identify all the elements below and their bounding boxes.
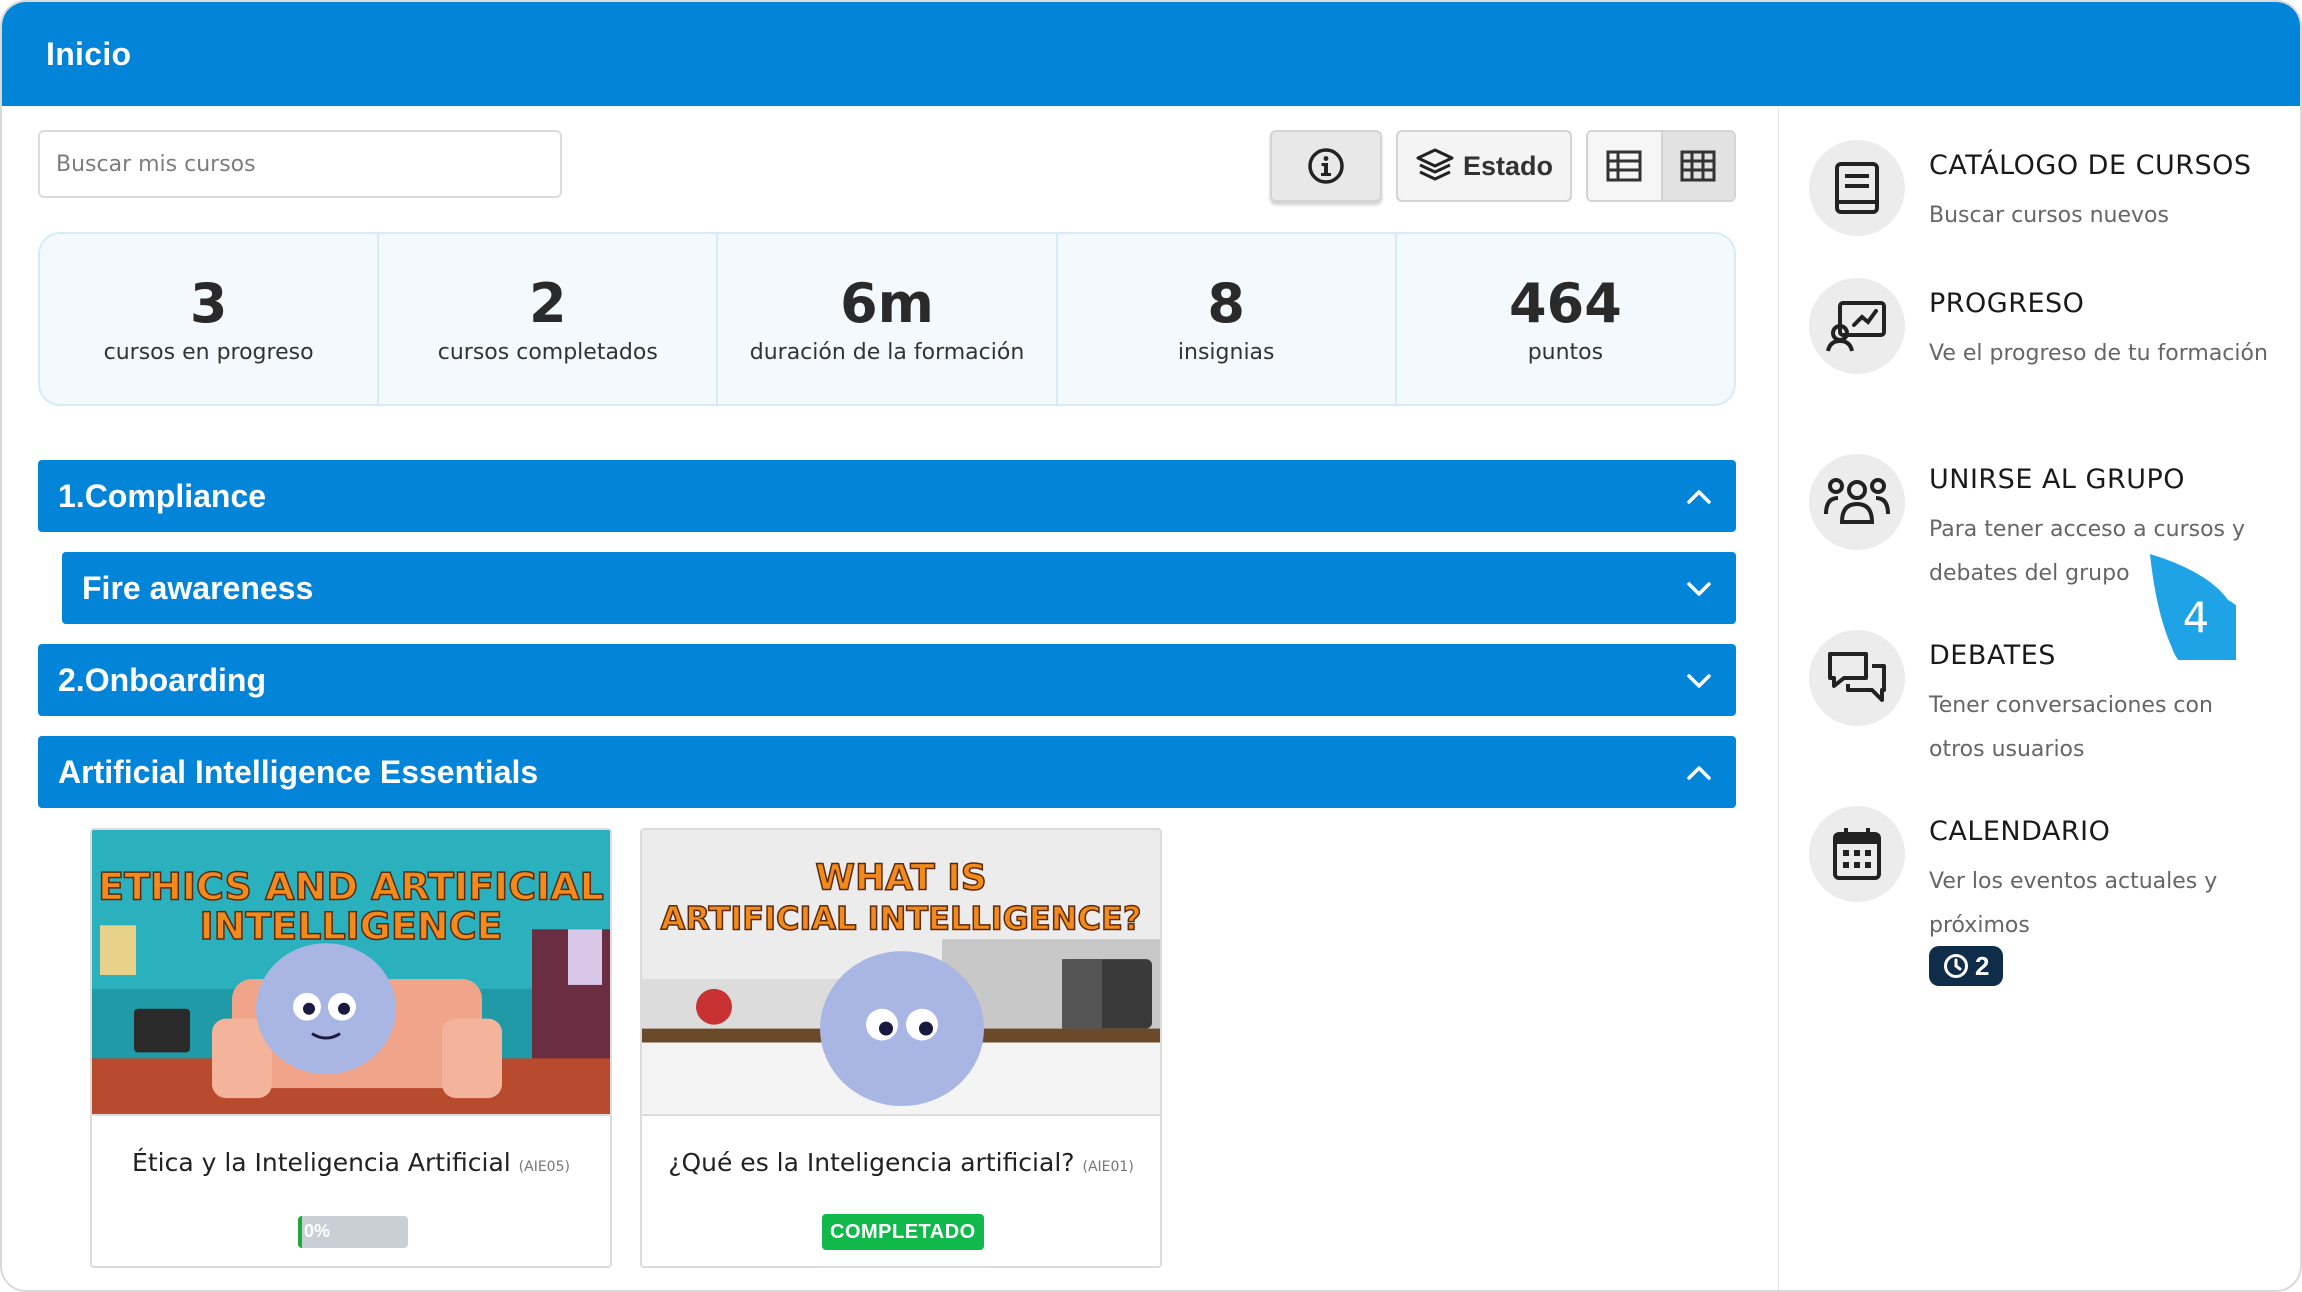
side-nav-title: DEBATES: [1929, 640, 2056, 671]
course-thumbnail[interactable]: WHAT IS ARTIFICIAL INTELLIGENCE?: [642, 830, 1160, 1116]
calendar-icon-wrap: [1809, 806, 1905, 902]
course-card-ethics-ai[interactable]: ETHICS AND ARTIFICIAL INTELLIGENCE Ética…: [90, 828, 612, 1268]
course-code: (AIE05): [518, 1159, 570, 1175]
progress-icon-wrap: [1809, 278, 1905, 374]
section-onboarding[interactable]: 2.Onboarding: [38, 644, 1736, 716]
side-nav-title: UNIRSE AL GRUPO: [1929, 464, 2186, 495]
section-label: 1.Compliance: [58, 477, 267, 514]
section-compliance[interactable]: 1.Compliance: [38, 460, 1736, 532]
progress-chart-icon: [1826, 301, 1886, 352]
stat-label: cursos en progreso: [103, 339, 314, 365]
progress-fill: [298, 1216, 303, 1248]
chevron-up-icon: [1687, 490, 1711, 504]
clock-icon: [1944, 954, 1968, 978]
progress-label: 0%: [304, 1221, 331, 1241]
stat-badges: 8 insignias: [1058, 234, 1397, 404]
top-bar: Inicio: [2, 2, 2300, 106]
book-icon: [1835, 162, 1879, 214]
completed-badge: COMPLETADO: [822, 1214, 984, 1250]
stat-label: puntos: [1527, 339, 1604, 365]
grid-view-button[interactable]: [1660, 132, 1734, 200]
section-label: 2.Onboarding: [58, 661, 266, 698]
side-nav: CATÁLOGO DE CURSOS Buscar cursos nuevos …: [1778, 106, 2300, 1290]
side-nav-title: CATÁLOGO DE CURSOS: [1929, 150, 2252, 181]
stat-courses-in-progress: 3 cursos en progreso: [40, 234, 380, 404]
stat-value: 3: [189, 271, 228, 335]
side-nav-desc: Tener conversaciones con otros usuarios: [1929, 693, 2213, 762]
side-nav-progress[interactable]: PROGRESO Ve el progreso de tu formación: [1809, 278, 2289, 418]
thumb-text-line2: INTELLIGENCE: [199, 904, 502, 948]
main-content: Estado: [38, 130, 1736, 1280]
stat-training-duration: 6m duración de la formación: [718, 234, 1058, 404]
chevron-up-icon: [1687, 766, 1711, 780]
estado-button[interactable]: Estado: [1396, 130, 1572, 202]
page-title: Inicio: [46, 36, 132, 72]
stat-value: 464: [1509, 271, 1622, 335]
side-nav-desc: Ver los eventos actuales y próximos: [1929, 869, 2218, 938]
thumb-text-line1: WHAT IS: [815, 858, 986, 899]
stat-value: 8: [1207, 271, 1245, 335]
stat-label: insignias: [1177, 339, 1275, 365]
table-list-icon: [1606, 150, 1642, 182]
course-progress-bar: 0%: [298, 1216, 408, 1248]
chevron-down-icon: [1687, 582, 1711, 596]
layers-icon: [1416, 148, 1454, 181]
section-fire-awareness[interactable]: Fire awareness: [62, 552, 1736, 624]
stat-label: cursos completados: [437, 339, 658, 365]
stat-value: 2: [529, 271, 567, 335]
section-label: Artificial Intelligence Essentials: [58, 753, 539, 790]
search-input[interactable]: [38, 130, 562, 198]
stat-points: 464 puntos: [1397, 234, 1734, 404]
view-toggle: [1586, 130, 1736, 202]
section-ai-essentials[interactable]: Artificial Intelligence Essentials: [38, 736, 1736, 808]
calendar-events-badge[interactable]: 2: [1929, 946, 2004, 986]
side-nav-title: PROGRESO: [1929, 288, 2085, 319]
side-nav-desc: Buscar cursos nuevos: [1929, 203, 2169, 228]
course-title[interactable]: Ética y la Inteligencia Artificial (AIE0…: [92, 1148, 610, 1177]
section-label: Fire awareness: [82, 569, 314, 606]
side-nav-catalog[interactable]: CATÁLOGO DE CURSOS Buscar cursos nuevos: [1809, 140, 2289, 260]
course-title-text: Ética y la Inteligencia Artificial: [132, 1148, 511, 1177]
stats-panel: 3 cursos en progreso 2 cursos completado…: [38, 232, 1736, 406]
chevron-down-icon: [1687, 674, 1711, 688]
thumb-text-line2: ARTIFICIAL INTELLIGENCE?: [661, 899, 1142, 937]
calendar-events-count: 2: [1975, 950, 1990, 981]
app-window: Inicio Estado: [0, 0, 2302, 1292]
stat-courses-completed: 2 cursos completados: [379, 234, 719, 404]
course-title[interactable]: ¿Qué es la Inteligencia artificial? (AIE…: [642, 1148, 1160, 1177]
course-card-what-is-ai[interactable]: WHAT IS ARTIFICIAL INTELLIGENCE? ¿Qué es…: [640, 828, 1162, 1268]
course-code: (AIE01): [1082, 1159, 1134, 1175]
course-title-text: ¿Qué es la Inteligencia artificial?: [668, 1148, 1075, 1177]
calendar-icon: [1833, 828, 1881, 880]
side-nav-title: CALENDARIO: [1929, 816, 2111, 847]
info-circle-icon: [1308, 148, 1344, 184]
side-nav-calendar[interactable]: CALENDARIO Ver los eventos actuales y pr…: [1809, 806, 2289, 996]
book-icon-wrap: [1809, 140, 1905, 236]
group-icon-wrap: [1809, 454, 1905, 550]
debates-icon-wrap: [1809, 630, 1905, 726]
thumb-text-line1: ETHICS AND ARTIFICIAL: [98, 865, 604, 909]
stat-label: duración de la formación: [749, 339, 1025, 365]
grid-icon: [1680, 150, 1716, 182]
step-marker: 4: [2150, 554, 2236, 660]
estado-label: Estado: [1462, 150, 1554, 181]
info-button[interactable]: [1270, 130, 1382, 202]
step-marker-number: 4: [2183, 593, 2210, 642]
side-nav-desc: Ve el progreso de tu formación: [1929, 341, 2268, 366]
course-thumbnail[interactable]: ETHICS AND ARTIFICIAL INTELLIGENCE: [92, 830, 610, 1116]
chat-bubbles-icon: [1828, 652, 1886, 702]
list-view-button[interactable]: [1588, 132, 1661, 200]
group-icon: [1824, 478, 1890, 524]
stat-value: 6m: [840, 271, 934, 335]
